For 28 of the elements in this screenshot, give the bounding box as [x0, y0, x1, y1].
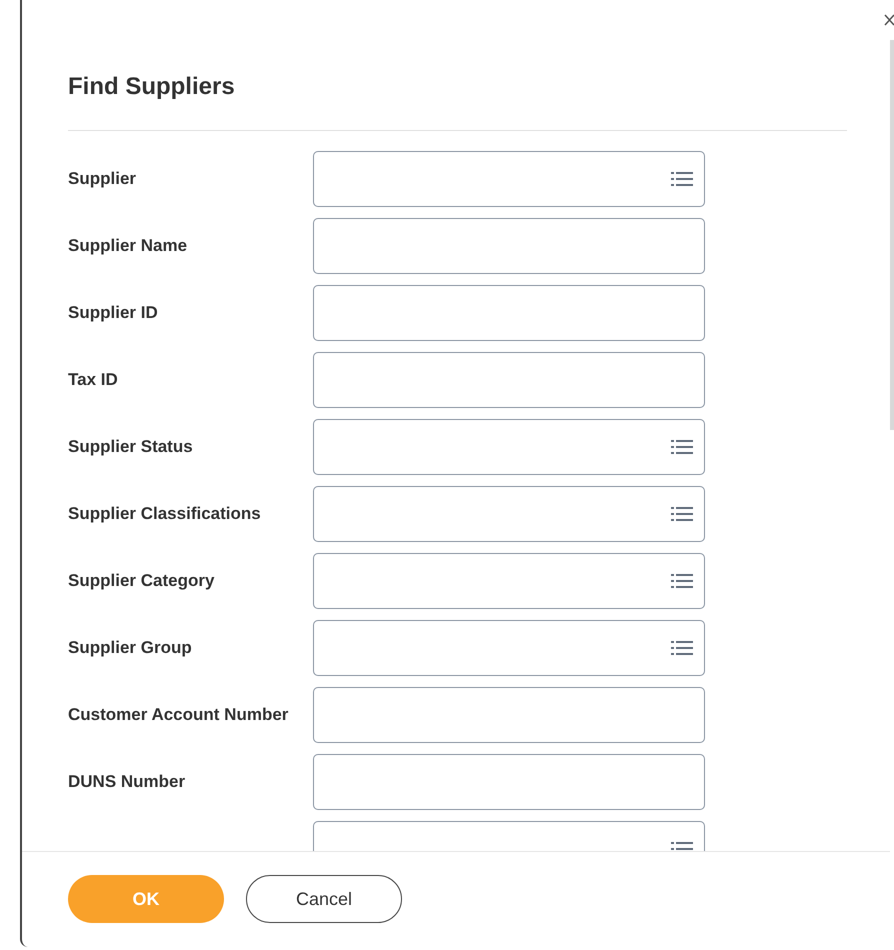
input-field[interactable]	[313, 686, 705, 742]
dialog-title: Find Suppliers	[68, 72, 236, 102]
input-field[interactable]	[313, 218, 705, 274]
list-icon[interactable]	[671, 170, 693, 186]
field-label: Supplier ID	[68, 302, 158, 322]
prompt-field[interactable]	[313, 552, 705, 608]
cancel-button[interactable]: Cancel	[246, 875, 402, 923]
prompt-field[interactable]	[313, 620, 705, 676]
prompt-field[interactable]	[313, 150, 705, 206]
list-icon[interactable]	[671, 438, 693, 454]
input-field[interactable]	[313, 352, 705, 408]
field-label: Supplier Category	[68, 570, 214, 590]
field-label: Customer Account Number	[68, 704, 288, 724]
input-field[interactable]	[313, 284, 705, 340]
list-icon[interactable]	[671, 640, 693, 656]
field-label: DUNS Number	[68, 772, 186, 790]
prompt-field[interactable]	[313, 418, 705, 474]
field-label: Supplier Name	[68, 236, 188, 254]
prompt-field[interactable]	[313, 486, 705, 542]
input-field[interactable]	[313, 754, 705, 810]
field-label: Supplier	[68, 168, 136, 188]
field-label: Supplier Status	[68, 436, 193, 456]
field-label: Tax ID	[68, 370, 118, 388]
close-icon[interactable]	[884, 14, 894, 26]
field-label: Supplier Classifications	[68, 504, 261, 522]
field-label: Supplier Group	[68, 638, 192, 656]
list-icon[interactable]	[671, 572, 693, 588]
list-icon[interactable]	[671, 506, 693, 522]
